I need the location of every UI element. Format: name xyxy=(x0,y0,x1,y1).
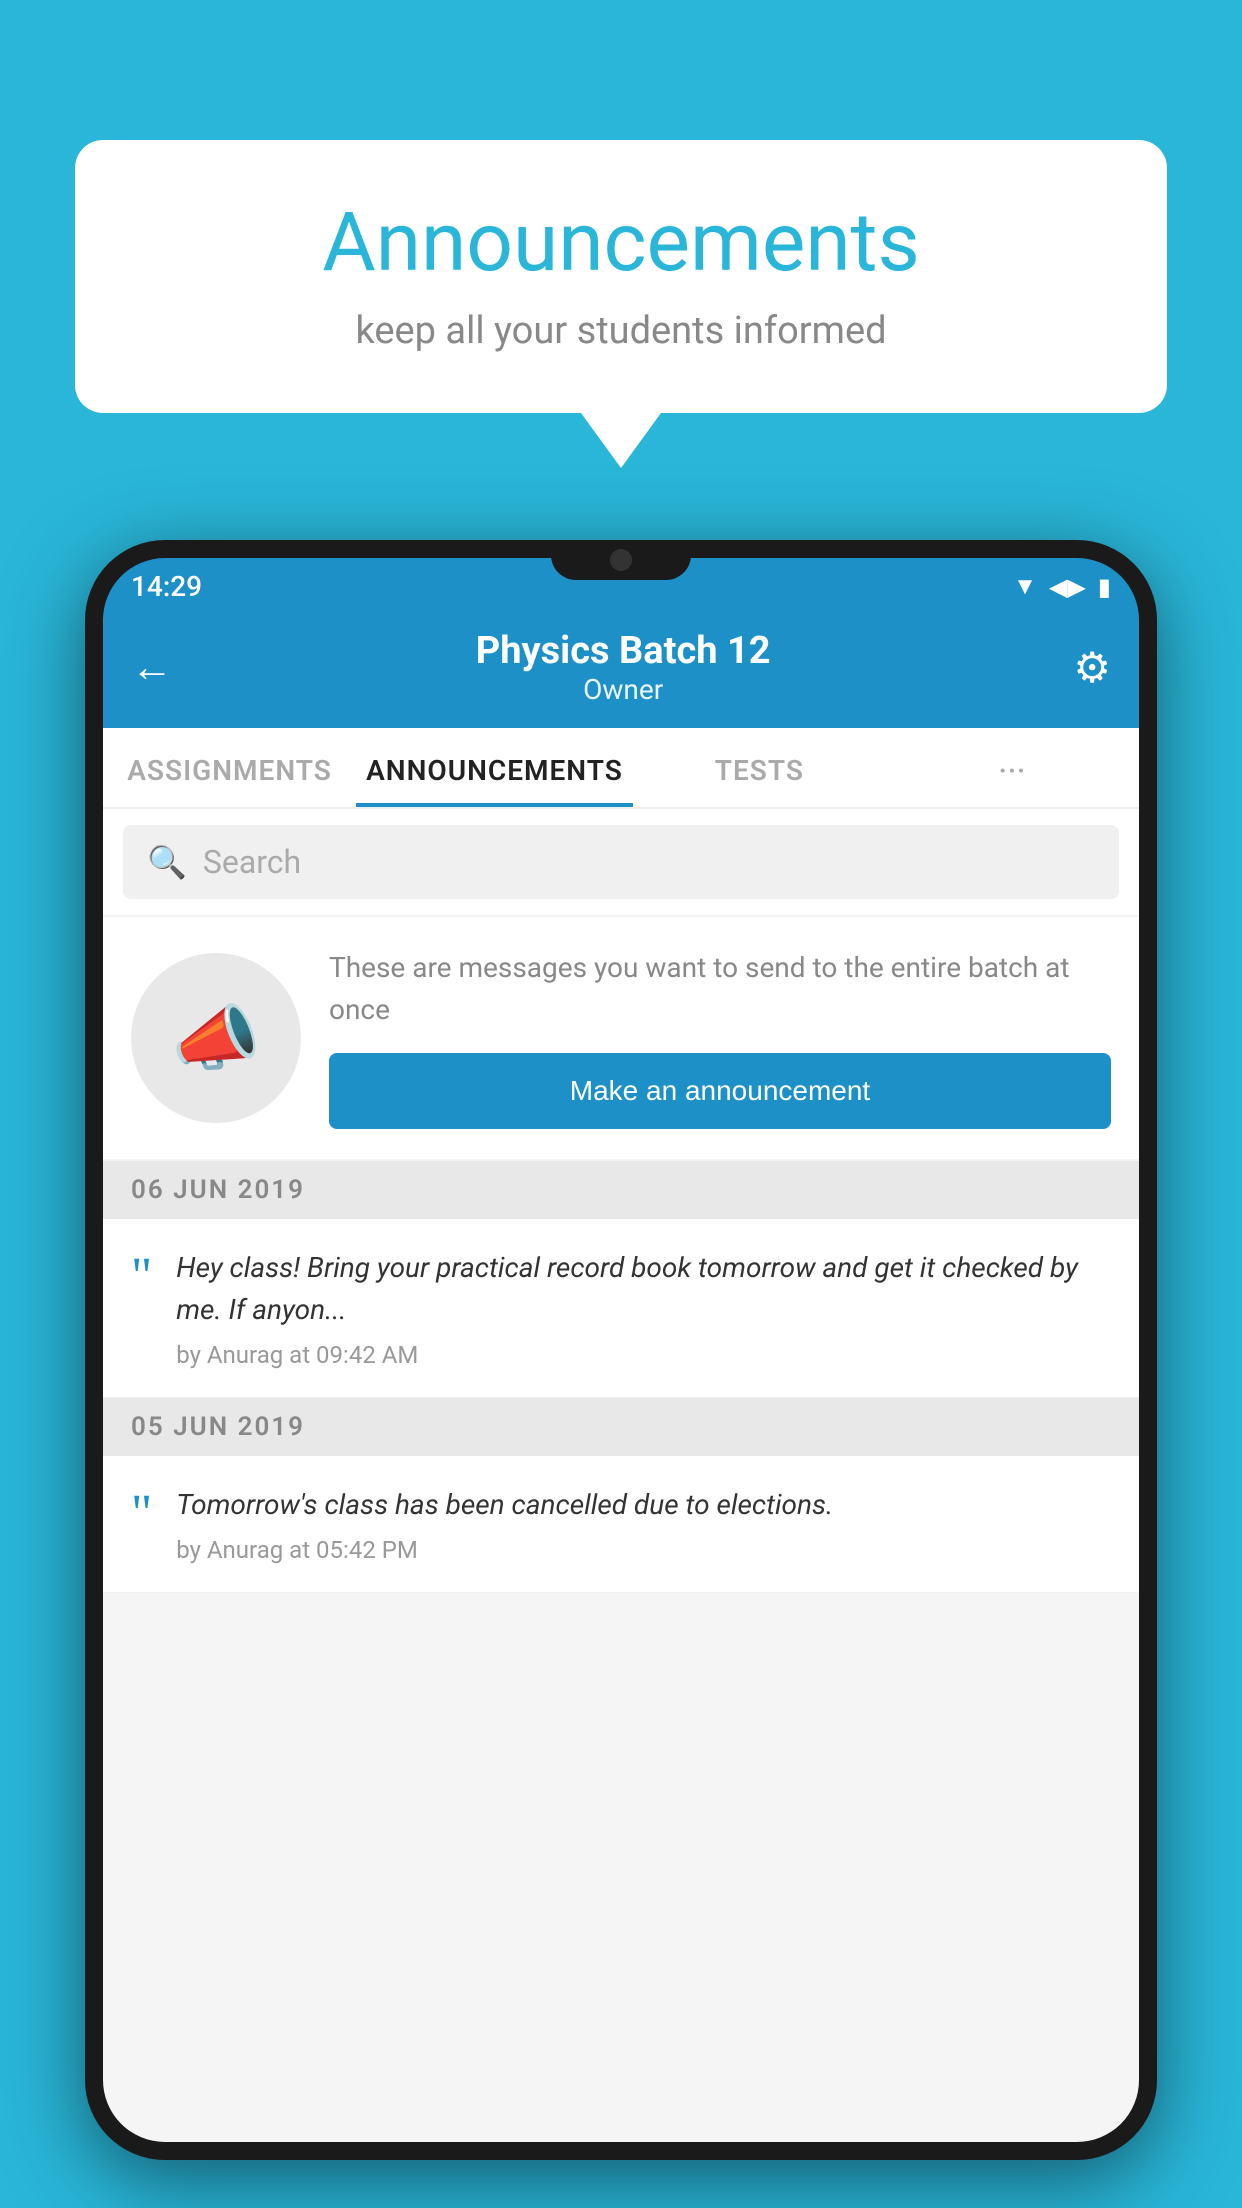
phone-inner: 14:29 ▼ ◀▶ ▮ ← Physics Batch 12 Owner ⚙ … xyxy=(103,558,1139,2142)
date-separator-2: 05 JUN 2019 xyxy=(103,1398,1139,1456)
phone-outer: 14:29 ▼ ◀▶ ▮ ← Physics Batch 12 Owner ⚙ … xyxy=(85,540,1157,2160)
header-title-area: Physics Batch 12 Owner xyxy=(476,629,771,706)
message-meta-1: by Anurag at 09:42 AM xyxy=(176,1341,1111,1369)
announcement-item-2[interactable]: " Tomorrow's class has been cancelled du… xyxy=(103,1456,1139,1593)
megaphone-circle: 📣 xyxy=(131,953,301,1123)
phone-notch xyxy=(551,540,691,580)
speech-bubble-subtitle: keep all your students informed xyxy=(135,309,1107,353)
message-content-1: Hey class! Bring your practical record b… xyxy=(176,1247,1111,1369)
make-announcement-button[interactable]: Make an announcement xyxy=(329,1053,1111,1129)
date-separator-1: 06 JUN 2019 xyxy=(103,1161,1139,1219)
message-content-2: Tomorrow's class has been cancelled due … xyxy=(176,1484,1111,1564)
tab-announcements[interactable]: ANNOUNCEMENTS xyxy=(356,728,633,807)
promo-right-section: These are messages you want to send to t… xyxy=(329,947,1111,1129)
search-bar[interactable]: 🔍 Search xyxy=(123,825,1119,899)
quote-icon-1: " xyxy=(131,1251,152,1303)
wifi-icon: ▼ xyxy=(1013,572,1037,601)
speech-bubble-tail xyxy=(581,413,661,468)
megaphone-icon: 📣 xyxy=(171,996,261,1081)
app-header: ← Physics Batch 12 Owner ⚙ xyxy=(103,611,1139,728)
tab-assignments[interactable]: ASSIGNMENTS xyxy=(103,728,356,807)
announcement-item-1[interactable]: " Hey class! Bring your practical record… xyxy=(103,1219,1139,1398)
phone-content: 🔍 Search 📣 These are messages you want t… xyxy=(103,809,1139,2142)
tab-more[interactable]: ··· xyxy=(886,728,1139,807)
status-icons: ▼ ◀▶ ▮ xyxy=(1013,572,1111,601)
tab-tests[interactable]: TESTS xyxy=(633,728,886,807)
message-meta-2: by Anurag at 05:42 PM xyxy=(176,1536,1111,1564)
battery-icon: ▮ xyxy=(1098,573,1111,601)
message-text-2: Tomorrow's class has been cancelled due … xyxy=(176,1484,1111,1526)
search-bar-wrapper: 🔍 Search xyxy=(103,809,1139,915)
settings-icon[interactable]: ⚙ xyxy=(1073,643,1111,693)
search-placeholder-text: Search xyxy=(203,843,301,881)
speech-bubble-title: Announcements xyxy=(135,195,1107,291)
speech-bubble-container: Announcements keep all your students inf… xyxy=(75,140,1167,468)
signal-icon: ◀▶ xyxy=(1049,573,1086,601)
speech-bubble: Announcements keep all your students inf… xyxy=(75,140,1167,413)
quote-icon-2: " xyxy=(131,1488,152,1540)
announcement-promo-card: 📣 These are messages you want to send to… xyxy=(103,917,1139,1159)
promo-description: These are messages you want to send to t… xyxy=(329,947,1111,1031)
phone-frame: 14:29 ▼ ◀▶ ▮ ← Physics Batch 12 Owner ⚙ … xyxy=(85,540,1157,2208)
search-icon: 🔍 xyxy=(147,843,187,881)
back-button[interactable]: ← xyxy=(131,643,173,692)
status-time: 14:29 xyxy=(131,570,202,603)
tabs-bar: ASSIGNMENTS ANNOUNCEMENTS TESTS ··· xyxy=(103,728,1139,809)
batch-title: Physics Batch 12 xyxy=(476,629,771,673)
message-text-1: Hey class! Bring your practical record b… xyxy=(176,1247,1111,1331)
owner-label: Owner xyxy=(476,673,771,706)
phone-camera xyxy=(610,549,632,571)
